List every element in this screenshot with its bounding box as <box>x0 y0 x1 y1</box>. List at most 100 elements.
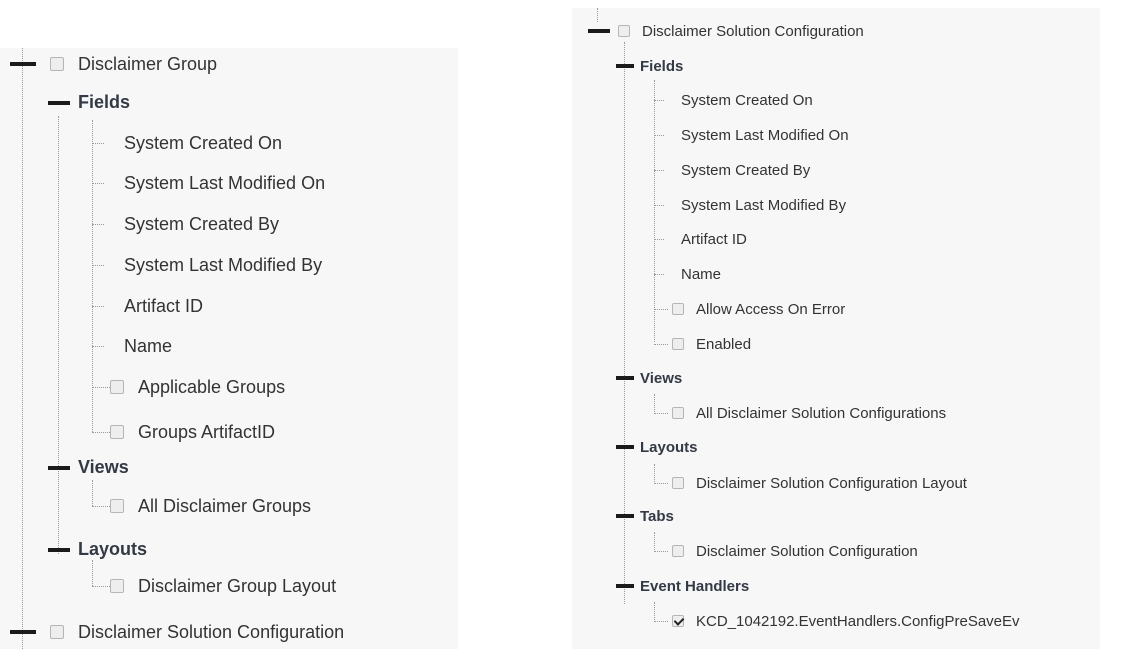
tree-connector-line <box>624 42 625 604</box>
section-label: Layouts <box>640 438 698 456</box>
collapse-icon[interactable] <box>616 64 634 68</box>
field-label: System Created On <box>681 91 813 109</box>
node-checkbox[interactable] <box>50 57 64 71</box>
tree-node-enabled[interactable]: Enabled <box>672 333 751 355</box>
node-checkbox-checked[interactable] <box>672 615 684 627</box>
tree-leaf-artifact-id[interactable]: Artifact ID <box>124 294 203 318</box>
tree-section-views[interactable]: Views <box>78 455 129 479</box>
collapse-icon[interactable] <box>616 514 634 518</box>
section-label: Views <box>640 369 683 387</box>
tree-connector-line <box>92 480 93 506</box>
collapse-icon[interactable] <box>616 445 634 449</box>
tree-node-configpresave-event-handler[interactable]: KCD_1042192.EventHandlers.ConfigPreSaveE… <box>672 610 1020 632</box>
collapse-icon[interactable] <box>48 466 70 470</box>
tree-leaf-system-created-by[interactable]: System Created By <box>681 159 810 181</box>
tree-connector-line <box>654 80 655 342</box>
tree-leaf-system-last-modified-on[interactable]: System Last Modified On <box>124 171 325 195</box>
collapse-icon[interactable] <box>48 548 70 552</box>
tree-leaf-system-created-by[interactable]: System Created By <box>124 212 279 236</box>
field-label: Artifact ID <box>681 230 747 248</box>
right-tree-panel: Disclaimer Solution Configuration Fields… <box>572 8 1100 649</box>
field-label: Name <box>681 265 722 283</box>
node-checkbox[interactable] <box>672 407 684 419</box>
node-checkbox[interactable] <box>672 477 684 489</box>
field-label: System Last Modified By <box>124 254 323 275</box>
layout-label: Disclaimer Solution Configuration Layout <box>696 474 967 492</box>
tree-connector-line <box>92 560 93 586</box>
tree-node-label: Disclaimer Solution Configuration <box>642 22 864 40</box>
section-label: Views <box>78 456 129 477</box>
collapse-icon[interactable] <box>48 101 70 105</box>
tree-leaf-artifact-id[interactable]: Artifact ID <box>681 228 747 250</box>
tree-node-tab-disclaimer-solution-configuration[interactable]: Disclaimer Solution Configuration <box>672 540 918 562</box>
tree-node-all-disclaimer-groups[interactable]: All Disclaimer Groups <box>110 494 311 518</box>
node-checkbox[interactable] <box>50 625 64 639</box>
layout-label: Disclaimer Group Layout <box>138 575 337 596</box>
field-label: Groups ArtifactID <box>138 421 276 442</box>
section-label: Event Handlers <box>640 577 750 595</box>
tree-node-disclaimer-group[interactable]: Disclaimer Group <box>50 52 217 76</box>
tree-node-label: Disclaimer Group <box>78 53 218 74</box>
collapse-icon[interactable] <box>588 29 610 33</box>
node-checkbox[interactable] <box>672 303 684 315</box>
field-label: System Last Modified On <box>124 172 326 193</box>
field-label: Artifact ID <box>124 295 204 316</box>
tree-leaf-name[interactable]: Name <box>681 263 721 285</box>
tree-connector-line <box>597 8 598 22</box>
tree-section-fields[interactable]: Fields <box>78 90 130 114</box>
collapse-icon[interactable] <box>616 584 634 588</box>
tree-node-applicable-groups[interactable]: Applicable Groups <box>110 375 285 399</box>
section-label: Layouts <box>78 538 148 559</box>
tree-node-groups-artifactid[interactable]: Groups ArtifactID <box>110 420 275 444</box>
tree-leaf-system-last-modified-by[interactable]: System Last Modified By <box>124 253 322 277</box>
field-label: Enabled <box>696 335 752 353</box>
node-checkbox[interactable] <box>110 579 124 593</box>
tree-connector-line <box>58 116 59 554</box>
collapse-icon[interactable] <box>10 630 36 634</box>
node-checkbox[interactable] <box>110 499 124 513</box>
section-label: Fields <box>640 57 684 75</box>
view-label: All Disclaimer Solution Configurations <box>696 404 947 422</box>
tree-section-views[interactable]: Views <box>640 367 682 389</box>
tree-node-disclaimer-group-layout[interactable]: Disclaimer Group Layout <box>110 574 336 598</box>
event-handler-label: KCD_1042192.EventHandlers.ConfigPreSaveE… <box>696 612 1020 630</box>
tree-section-layouts[interactable]: Layouts <box>78 537 147 561</box>
tree-section-event-handlers[interactable]: Event Handlers <box>640 575 749 597</box>
field-label: System Created By <box>124 213 280 234</box>
tree-leaf-system-created-on[interactable]: System Created On <box>124 131 282 155</box>
section-label: Fields <box>78 91 131 112</box>
node-checkbox[interactable] <box>618 25 630 37</box>
view-label: All Disclaimer Groups <box>138 495 312 516</box>
tree-node-label: Disclaimer Solution Configuration <box>78 621 345 642</box>
field-label: Allow Access On Error <box>696 300 846 318</box>
field-label: Name <box>124 335 173 356</box>
node-checkbox[interactable] <box>110 380 124 394</box>
tab-label: Disclaimer Solution Configuration <box>696 542 918 560</box>
field-label: System Created By <box>681 161 811 179</box>
tree-section-fields[interactable]: Fields <box>640 55 683 77</box>
node-checkbox[interactable] <box>672 338 684 350</box>
tree-leaf-system-last-modified-on[interactable]: System Last Modified On <box>681 124 849 146</box>
field-label: Applicable Groups <box>138 376 286 397</box>
field-label: System Last Modified By <box>681 196 847 214</box>
tree-node-disclaimer-solution-configuration[interactable]: Disclaimer Solution Configuration <box>50 620 344 644</box>
tree-leaf-name[interactable]: Name <box>124 334 172 358</box>
tree-section-tabs[interactable]: Tabs <box>640 505 674 527</box>
field-label: System Last Modified On <box>681 126 849 144</box>
tree-node-allow-access-on-error[interactable]: Allow Access On Error <box>672 298 845 320</box>
tree-node-disclaimer-solution-configuration-layout[interactable]: Disclaimer Solution Configuration Layout <box>672 472 967 494</box>
tree-node-disclaimer-solution-configuration[interactable]: Disclaimer Solution Configuration <box>618 20 864 42</box>
field-label: System Created On <box>124 132 283 153</box>
collapse-icon[interactable] <box>10 62 36 66</box>
node-checkbox[interactable] <box>110 425 124 439</box>
tree-connector-line <box>22 48 23 649</box>
tree-section-layouts[interactable]: Layouts <box>640 436 698 458</box>
left-tree-panel: Disclaimer Group Fields System Created O… <box>0 48 458 649</box>
node-checkbox[interactable] <box>672 545 684 557</box>
tree-leaf-system-last-modified-by[interactable]: System Last Modified By <box>681 194 846 216</box>
collapse-icon[interactable] <box>616 376 634 380</box>
tree-leaf-system-created-on[interactable]: System Created On <box>681 89 813 111</box>
tree-connector-line <box>92 120 93 432</box>
tree-node-all-disclaimer-solution-configurations[interactable]: All Disclaimer Solution Configurations <box>672 402 946 424</box>
section-label: Tabs <box>640 507 674 525</box>
